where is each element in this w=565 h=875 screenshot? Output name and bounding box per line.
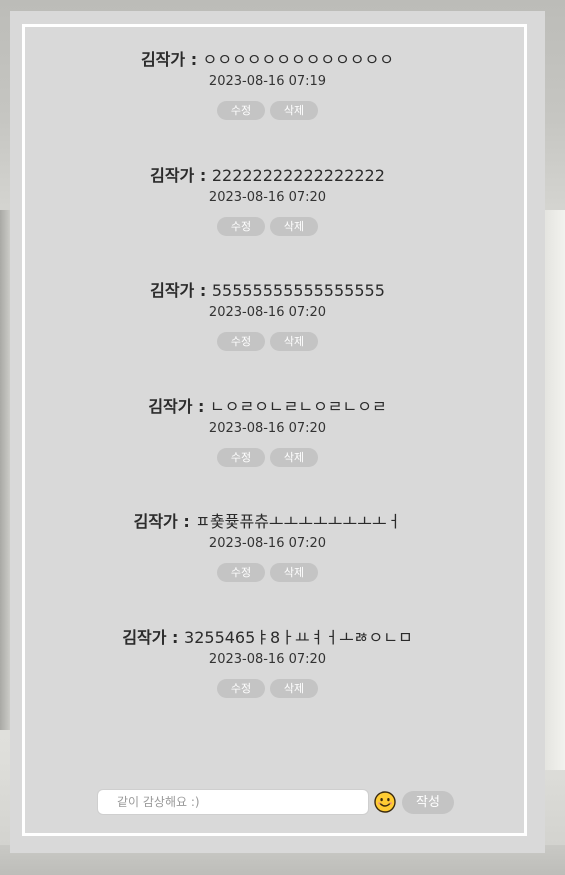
comment-line: 김작가 : ㅇㅇㅇㅇㅇㅇㅇㅇㅇㅇㅇㅇㅇ <box>14 49 521 71</box>
comment-author: 김작가 <box>150 165 195 185</box>
comment-item: 김작가 : 22222222222222222 2023-08-16 07:20… <box>14 165 521 281</box>
comment-composer: 작성 <box>97 789 454 815</box>
comment-author: 김작가 <box>122 627 167 647</box>
edit-button[interactable]: 수정 <box>217 563 265 582</box>
edit-button[interactable]: 수정 <box>217 101 265 120</box>
comment-author: 김작가 <box>150 281 195 300</box>
comment-content: ㅇㅇㅇㅇㅇㅇㅇㅇㅇㅇㅇㅇㅇ <box>202 50 395 69</box>
comment-item: 김작가 : ㄴㅇㄹㅇㄴㄹㄴㅇㄹㄴㅇㄹ 2023-08-16 07:20 수정 삭… <box>14 396 521 512</box>
comment-content: 3255465ㅑ8ㅏㅛㅕㅓㅗㅀㅇㄴㅁ <box>184 627 413 647</box>
comment-date: 2023-08-16 07:20 <box>208 536 327 551</box>
comment-date: 2023-08-16 07:20 <box>208 305 327 320</box>
delete-button[interactable]: 삭제 <box>270 332 318 351</box>
comment-line: 김작가 : ㅍ춏퓿퓨츄ㅗㅗㅗㅗㅗㅗㅗㅗㅓ <box>14 511 521 533</box>
comment-actions: 수정 삭제 <box>14 447 521 467</box>
comment-date: 2023-08-16 07:19 <box>208 74 327 89</box>
comment-content: 55555555555555555 <box>211 281 385 300</box>
comment-author: 김작가 <box>133 512 178 531</box>
comment-content: 22222222222222222 <box>211 165 385 185</box>
comment-line: 김작가 : 3255465ㅑ8ㅏㅛㅕㅓㅗㅀㅇㄴㅁ <box>14 627 521 649</box>
edit-button[interactable]: 수정 <box>217 332 265 351</box>
comment-input[interactable] <box>97 789 369 815</box>
submit-button[interactable]: 작성 <box>402 790 454 814</box>
comment-line: 김작가 : 22222222222222222 <box>14 165 521 187</box>
background-wall-right <box>543 210 565 770</box>
comment-actions: 수정 삭제 <box>14 216 521 236</box>
comment-author: 김작가 <box>140 50 186 69</box>
comment-list: 김작가 : ㅇㅇㅇㅇㅇㅇㅇㅇㅇㅇㅇㅇㅇ 2023-08-16 07:19 수정 … <box>14 49 521 742</box>
comment-author: 김작가 <box>148 396 193 416</box>
delete-button[interactable]: 삭제 <box>270 563 318 582</box>
comment-content: ㅍ춏퓿퓨츄ㅗㅗㅗㅗㅗㅗㅗㅗㅓ <box>195 512 402 531</box>
smiley-face-icon[interactable] <box>374 791 396 813</box>
edit-button[interactable]: 수정 <box>217 447 265 467</box>
delete-button[interactable]: 삭제 <box>270 216 318 236</box>
comment-actions: 수정 삭제 <box>14 332 521 351</box>
comment-separator: : <box>194 165 212 185</box>
smiley-face-icon-graphic <box>374 791 396 813</box>
comment-separator: : <box>194 281 212 300</box>
edit-button[interactable]: 수정 <box>217 216 265 236</box>
edit-button[interactable]: 수정 <box>217 678 265 698</box>
comment-date: 2023-08-16 07:20 <box>208 651 327 667</box>
comment-item: 김작가 : ㅍ춏퓿퓨츄ㅗㅗㅗㅗㅗㅗㅗㅗㅓ 2023-08-16 07:20 수정… <box>14 511 521 627</box>
comment-item: 김작가 : ㅇㅇㅇㅇㅇㅇㅇㅇㅇㅇㅇㅇㅇ 2023-08-16 07:19 수정 … <box>14 49 521 165</box>
comment-item: 김작가 : 3255465ㅑ8ㅏㅛㅕㅓㅗㅀㅇㄴㅁ 2023-08-16 07:2… <box>14 627 521 743</box>
comment-actions: 수정 삭제 <box>14 101 521 120</box>
comment-line: 김작가 : 55555555555555555 <box>14 280 521 302</box>
comment-item: 김작가 : 55555555555555555 2023-08-16 07:20… <box>14 280 521 396</box>
comment-actions: 수정 삭제 <box>14 678 521 698</box>
comment-separator: : <box>177 512 196 531</box>
comment-line: 김작가 : ㄴㅇㄹㅇㄴㄹㄴㅇㄹㄴㅇㄹ <box>14 396 521 418</box>
comment-separator: : <box>166 627 185 647</box>
delete-button[interactable]: 삭제 <box>270 101 318 120</box>
comment-date: 2023-08-16 07:20 <box>208 189 327 205</box>
delete-button[interactable]: 삭제 <box>270 678 318 698</box>
comment-separator: : <box>192 396 211 416</box>
delete-button[interactable]: 삭제 <box>270 447 318 467</box>
comment-separator: : <box>185 50 203 69</box>
comment-actions: 수정 삭제 <box>14 563 521 582</box>
comment-date: 2023-08-16 07:20 <box>208 420 327 436</box>
comment-content: ㄴㅇㄹㅇㄴㄹㄴㅇㄹㄴㅇㄹ <box>210 396 387 416</box>
